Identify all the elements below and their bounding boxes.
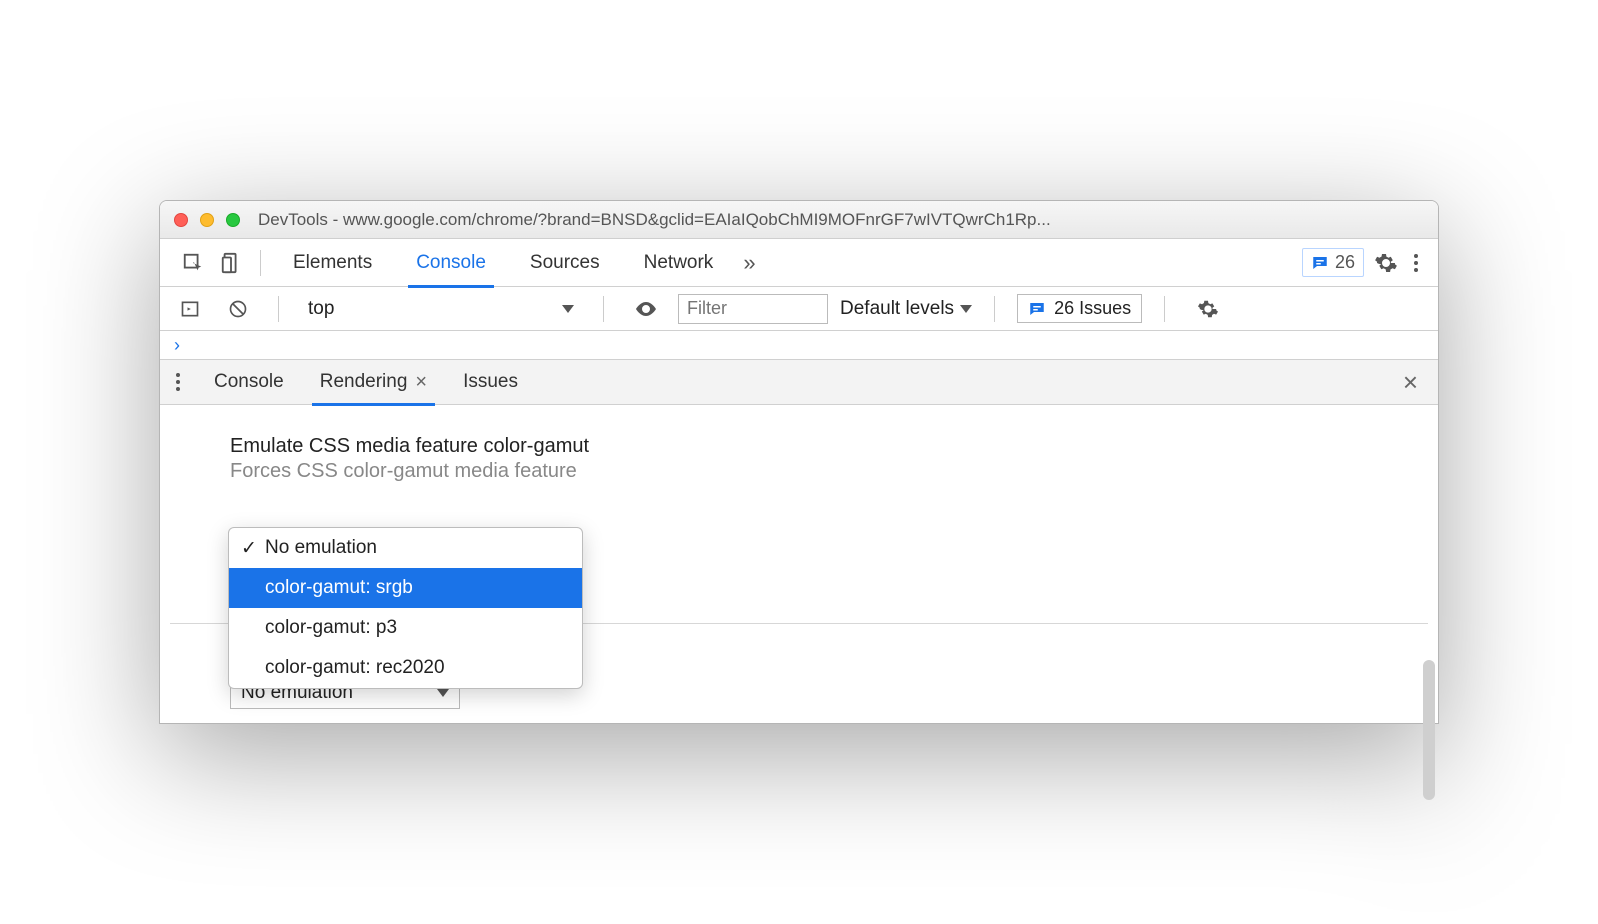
context-value: top	[308, 298, 334, 320]
chevron-down-icon	[437, 689, 449, 697]
chevron-down-icon	[960, 305, 972, 313]
issues-button[interactable]: 26 Issues	[1017, 294, 1142, 323]
console-sidebar-toggle-icon[interactable]	[172, 293, 208, 325]
tab-label: Rendering	[320, 371, 408, 393]
context-selector[interactable]: top	[301, 295, 581, 323]
dropdown-option-p3[interactable]: color-gamut: p3	[229, 608, 582, 648]
option-label: No emulation	[265, 537, 377, 559]
main-tab-strip: Elements Console Sources Network » 26	[160, 239, 1438, 287]
separator	[603, 296, 604, 322]
option-label: color-gamut: srgb	[265, 577, 413, 599]
color-gamut-dropdown[interactable]: No emulation color-gamut: srgb color-gam…	[228, 527, 583, 689]
issues-count: 26	[1335, 252, 1355, 273]
scrollbar-thumb[interactable]	[1423, 660, 1435, 800]
dropdown-option-srgb[interactable]: color-gamut: srgb	[229, 568, 582, 608]
message-icon	[1028, 300, 1046, 318]
separator	[994, 296, 995, 322]
close-icon[interactable]: ×	[415, 371, 427, 394]
drawer-tab-rendering[interactable]: Rendering ×	[312, 359, 435, 405]
drawer-tab-issues[interactable]: Issues	[455, 359, 526, 405]
issues-label: 26 Issues	[1054, 298, 1131, 319]
separator	[1164, 296, 1165, 322]
tab-elements[interactable]: Elements	[271, 239, 394, 287]
tab-label: Console	[214, 371, 284, 393]
live-expression-icon[interactable]	[626, 291, 666, 327]
console-prompt[interactable]: ›	[160, 331, 1438, 359]
window-title: DevTools - www.google.com/chrome/?brand=…	[258, 210, 1424, 230]
device-toolbar-icon[interactable]	[212, 246, 250, 280]
traffic-light-zoom[interactable]	[226, 213, 240, 227]
main-menu-icon[interactable]	[1408, 254, 1424, 272]
section-subtitle: Forces CSS color-gamut media feature	[230, 460, 1368, 483]
issues-count-badge[interactable]: 26	[1302, 248, 1364, 277]
tab-label: Network	[644, 252, 714, 274]
tab-label: Elements	[293, 252, 372, 274]
tab-label: Sources	[530, 252, 600, 274]
filter-input[interactable]	[678, 294, 828, 324]
separator	[260, 250, 261, 276]
tab-label: Console	[416, 252, 486, 274]
traffic-light-minimize[interactable]	[200, 213, 214, 227]
separator	[278, 296, 279, 322]
drawer-menu-icon[interactable]	[170, 373, 186, 391]
window-titlebar: DevTools - www.google.com/chrome/?brand=…	[160, 201, 1438, 239]
tab-label: Issues	[463, 371, 518, 393]
option-label: color-gamut: rec2020	[265, 657, 445, 679]
traffic-light-close[interactable]	[174, 213, 188, 227]
inspect-element-icon[interactable]	[174, 246, 212, 280]
drawer-tab-console[interactable]: Console	[206, 359, 292, 405]
levels-label: Default levels	[840, 298, 954, 320]
log-levels-selector[interactable]: Default levels	[840, 298, 972, 320]
tab-console[interactable]: Console	[394, 239, 508, 287]
clear-console-icon[interactable]	[220, 293, 256, 325]
dropdown-option-rec2020[interactable]: color-gamut: rec2020	[229, 648, 582, 688]
console-toolbar: top Default levels 26 Issues	[160, 287, 1438, 331]
console-settings-icon[interactable]	[1187, 298, 1229, 320]
option-label: color-gamut: p3	[265, 617, 397, 639]
more-tabs-icon[interactable]: »	[735, 244, 763, 282]
drawer-tab-strip: Console Rendering × Issues ×	[160, 359, 1438, 405]
tab-network[interactable]: Network	[622, 239, 736, 287]
rendering-panel: Emulate CSS media feature color-gamut Fo…	[160, 405, 1438, 723]
section-title: Emulate CSS media feature color-gamut	[230, 435, 1368, 458]
message-icon	[1311, 254, 1329, 272]
dropdown-option-no-emulation[interactable]: No emulation	[229, 528, 582, 568]
chevron-down-icon	[562, 305, 574, 313]
tab-sources[interactable]: Sources	[508, 239, 622, 287]
close-drawer-icon[interactable]: ×	[1393, 367, 1428, 398]
settings-icon[interactable]	[1364, 251, 1408, 275]
